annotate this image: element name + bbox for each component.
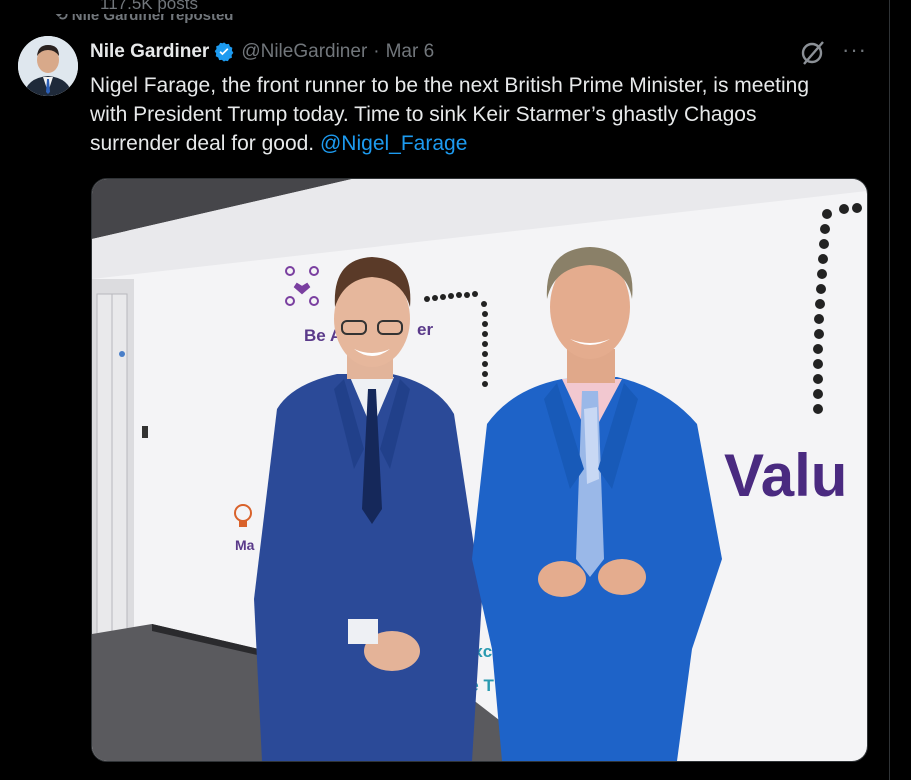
grok-icon[interactable]: [800, 40, 826, 71]
author-name[interactable]: Nile Gardiner: [90, 41, 209, 63]
repost-icon: ⟲: [55, 7, 72, 24]
column-divider: [889, 0, 890, 780]
wall-text-er: er: [417, 320, 433, 339]
author-avatar[interactable]: [18, 36, 78, 96]
mention-link[interactable]: @Nigel_Farage: [320, 132, 467, 155]
verified-badge-icon[interactable]: [213, 41, 235, 63]
wall-text-value: Valu: [724, 442, 847, 509]
more-options-icon[interactable]: ···: [842, 39, 867, 61]
author-handle[interactable]: @NileGardiner: [241, 41, 367, 63]
tweet-text: Nigel Farage, the front runner to be the…: [90, 71, 850, 158]
separator-dot: ·: [373, 41, 380, 62]
post-count: 117.5K posts: [100, 0, 198, 13]
tweet-header: Nile Gardiner @NileGardiner · Mar 6: [90, 38, 434, 66]
tweet-date[interactable]: Mar 6: [386, 41, 435, 63]
wall-text-ma: Ma: [235, 537, 255, 553]
tweet-photo[interactable]: Be A er Valu Ma Exce Be T an: [91, 178, 868, 762]
